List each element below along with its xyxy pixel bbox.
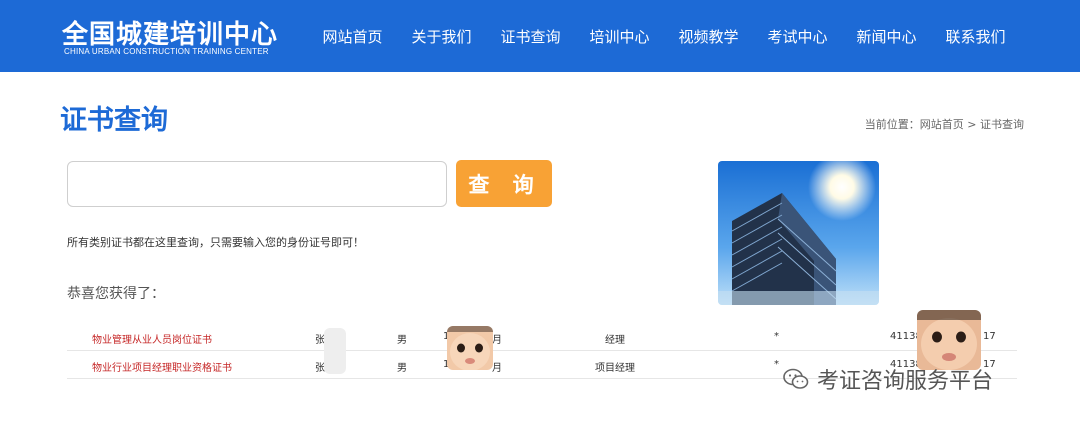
position: 经理 [605, 335, 625, 346]
main-nav: 网站首页 关于我们 证书查询 培训中心 视频教学 考试中心 新闻中心 联系我们 [308, 0, 1020, 72]
nav-item-certificate-query[interactable]: 证书查询 [486, 26, 575, 47]
site-header: 全国城建培训中心 CHINA URBAN CONSTRUCTION TRAINI… [0, 0, 1080, 72]
face-sticker [917, 310, 981, 370]
nav-item-video[interactable]: 视频教学 [664, 26, 753, 47]
masked-field: * [774, 359, 779, 370]
results-heading: 恭喜您获得了： [67, 286, 165, 302]
search-hint: 所有类别证书都在这里查询，只需要输入您的身份证号即可！ [67, 236, 364, 249]
privacy-blur [324, 328, 346, 374]
nav-item-home[interactable]: 网站首页 [308, 26, 397, 47]
watermark-text: 考证咨询服务平台 [817, 369, 994, 394]
breadcrumb[interactable]: 当前位置：网站首页 > 证书查询 [865, 116, 1024, 132]
nav-item-training[interactable]: 培训中心 [575, 26, 664, 47]
building-photo [718, 161, 879, 305]
query-button[interactable]: 查 询 [456, 160, 552, 207]
nav-item-news[interactable]: 新闻中心 [842, 26, 931, 47]
logo-title[interactable]: 全国城建培训中心 [62, 14, 278, 51]
nav-item-contact[interactable]: 联系我们 [931, 26, 1020, 47]
watermark: 考证咨询服务平台 [783, 362, 993, 396]
certificate-link[interactable]: 物业管理从业人员岗位证书 [92, 331, 212, 346]
table-row: 物业管理从业人员岗位证书 张 男 1 月 经理 * 41138 17 [67, 323, 1017, 351]
masked-field: * [774, 331, 779, 342]
issue-date-suffix: 月 [492, 363, 502, 374]
face-sticker [447, 326, 493, 370]
logo-subtitle: CHINA URBAN CONSTRUCTION TRAINING CENTER [64, 47, 269, 56]
issue-date-suffix: 月 [492, 335, 502, 346]
nav-item-about[interactable]: 关于我们 [397, 26, 486, 47]
page-title: 证书查询 [60, 105, 168, 136]
position: 项目经理 [595, 363, 635, 374]
holder-gender: 男 [397, 335, 407, 346]
wechat-icon [783, 368, 809, 389]
nav-item-exam[interactable]: 考试中心 [753, 26, 842, 47]
id-number-suffix: 17 [983, 331, 996, 342]
holder-gender: 男 [397, 363, 407, 374]
certificate-link[interactable]: 物业行业项目经理职业资格证书 [92, 359, 232, 374]
id-number-input[interactable] [67, 161, 447, 207]
